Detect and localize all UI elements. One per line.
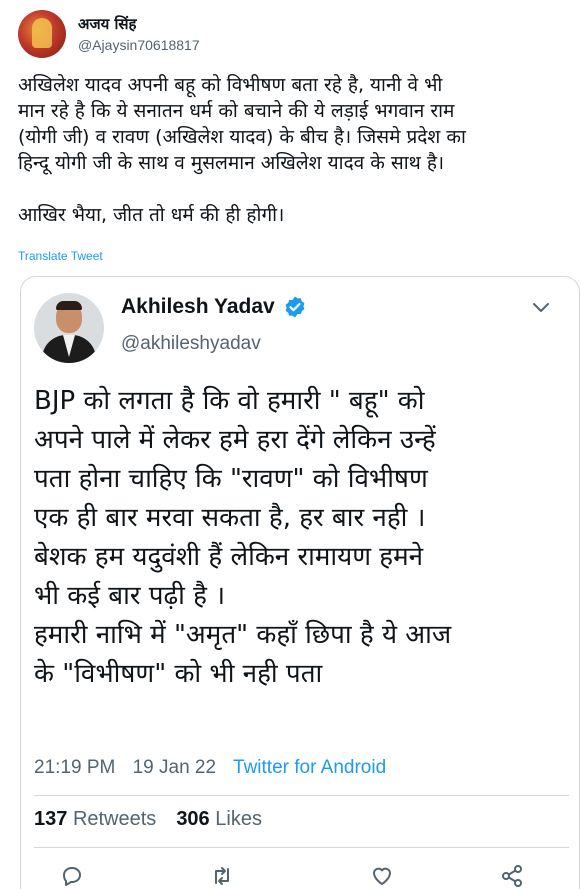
retweets-label: Retweets — [72, 808, 157, 830]
tweet-actions — [21, 863, 579, 889]
quoted-tweet-line: अपने पाले में लेकर हमे हरा देंगे लेकिन उ… — [34, 425, 436, 455]
tweet-time[interactable]: 21:19 PM — [34, 757, 115, 778]
retweets-count: 137 — [34, 808, 68, 830]
retweets-stat[interactable]: 137 Retweets — [34, 808, 156, 830]
outer-tweet-closing: आखिर भैया, जीत तो धर्म की ही होगी। — [18, 204, 285, 226]
quoted-author-name[interactable]: Akhilesh Yadav — [121, 295, 275, 319]
outer-tweet-line: (योगी जी) व रावण (अखिलेश यादव) के बीच है… — [18, 126, 466, 148]
tweet-source-link[interactable]: Twitter for Android — [233, 757, 386, 778]
quoted-author-handle[interactable]: @akhileshyadav — [121, 333, 261, 355]
like-icon[interactable] — [369, 863, 395, 889]
likes-label: Likes — [215, 808, 262, 830]
quoted-author-avatar[interactable] — [34, 293, 104, 363]
outer-author-avatar[interactable] — [18, 10, 66, 58]
likes-stat[interactable]: 306 Likes — [176, 808, 262, 830]
verified-badge-icon — [285, 296, 305, 318]
tweet-date[interactable]: 19 Jan 22 — [133, 757, 216, 778]
outer-author-name[interactable]: अजय सिंह — [78, 14, 137, 34]
likes-count: 306 — [176, 808, 210, 830]
quoted-tweet-line: पता होना चाहिए कि "रावण" को विभीषण — [34, 464, 428, 494]
quoted-tweet-line: एक ही बार मरवा सकता है, हर बार नही । — [34, 503, 426, 533]
translate-tweet-link[interactable]: Translate Tweet — [18, 249, 103, 263]
quoted-tweet-line: बेशक हम यदुवंशी हैं लेकिन रामायण हमने — [34, 542, 424, 572]
divider — [34, 795, 569, 796]
outer-tweet-line: मान रहे है कि ये सनातन धर्म को बचाने की … — [18, 100, 455, 122]
divider — [34, 847, 569, 848]
quoted-tweet-line: के "विभीषण" को भी नही पता — [34, 659, 323, 689]
outer-tweet-line: हिन्दू योगी जी के साथ व मुसलमान अखिलेश य… — [18, 152, 445, 174]
outer-tweet-text: अखिलेश यादव अपनी बहू को विभीषण बता रहे ह… — [18, 72, 573, 228]
chevron-down-icon[interactable] — [531, 301, 551, 315]
tweet-stats: 137 Retweets 306 Likes — [34, 808, 262, 831]
outer-tweet-header: अजय सिंह @Ajaysin70618817 — [18, 10, 578, 66]
quoted-tweet-line: BJP को लगता है कि वो हमारी " बहू" को — [34, 386, 425, 416]
retweet-icon[interactable] — [209, 863, 235, 889]
quoted-tweet-line: हमारी नाभि में "अमृत" कहाँ छिपा है ये आज — [34, 620, 452, 650]
share-icon[interactable] — [499, 863, 525, 889]
reply-icon[interactable] — [59, 863, 85, 889]
outer-tweet-line: अखिलेश यादव अपनी बहू को विभीषण बता रहे ह… — [18, 74, 443, 96]
quoted-tweet-text: BJP को लगता है कि वो हमारी " बहू" को अपन… — [34, 382, 574, 694]
quoted-tweet-line: भी कई बार पढ़ी है । — [34, 581, 226, 611]
outer-author-handle[interactable]: @Ajaysin70618817 — [78, 37, 200, 53]
quoted-tweet-card[interactable]: Akhilesh Yadav @akhileshyadav BJP को लगत… — [20, 276, 580, 889]
tweet-metadata: 21:19 PM 19 Jan 22 Twitter for Android — [34, 757, 386, 779]
